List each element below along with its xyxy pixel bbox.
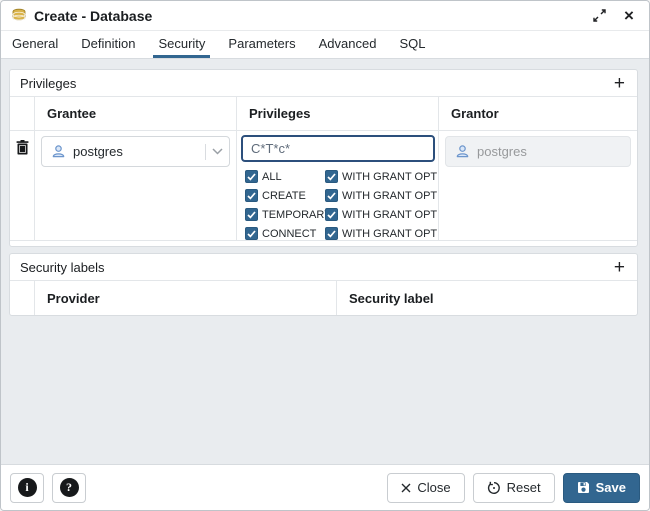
- provider-column-header: Provider: [35, 281, 337, 315]
- window-controls: ×: [589, 6, 639, 26]
- user-icon: [455, 144, 470, 159]
- add-security-label-icon[interactable]: +: [612, 258, 627, 277]
- privileges-panel-title: Privileges: [20, 76, 76, 91]
- grantor-column-header: Grantor: [439, 97, 637, 130]
- checkbox-all[interactable]: ALL: [245, 170, 325, 183]
- title-bar: Create - Database ×: [1, 1, 649, 31]
- tab-parameters[interactable]: Parameters: [223, 31, 300, 58]
- grantee-column-header: Grantee: [35, 97, 237, 130]
- tab-definition[interactable]: Definition: [76, 31, 140, 58]
- checkbox-create-grant[interactable]: WITH GRANT OPTION: [325, 189, 439, 202]
- privileges-panel: Privileges + Grantee Privileges Grantor: [9, 69, 638, 247]
- delete-column-header: [10, 97, 35, 130]
- security-labels-panel: Security labels + Provider Security labe…: [9, 253, 638, 316]
- security-labels-title: Security labels: [20, 260, 105, 275]
- security-labels-header: Security labels +: [10, 254, 637, 281]
- grantee-value: postgres: [73, 144, 205, 159]
- privileges-cell: ALL WITH GRANT OPTION CREATE: [237, 131, 439, 240]
- tab-bar: General Definition Security Parameters A…: [1, 31, 649, 59]
- reset-button[interactable]: Reset: [473, 473, 555, 503]
- delete-cell: [10, 131, 35, 240]
- reset-icon: [487, 481, 501, 495]
- checkbox-checked-icon: [245, 189, 258, 202]
- grantor-value: postgres: [477, 144, 527, 159]
- sql-info-button[interactable]: i: [10, 473, 44, 503]
- privileges-table-header: Grantee Privileges Grantor: [10, 97, 637, 131]
- privilege-row-temporary: TEMPORARY WITH GRANT OPTION: [245, 205, 439, 224]
- checkbox-create[interactable]: CREATE: [245, 189, 325, 202]
- grantor-field: postgres: [445, 136, 631, 167]
- checkbox-checked-icon: [325, 227, 338, 240]
- privilege-row-connect: CONNECT WITH GRANT OPTION: [245, 224, 439, 240]
- grantee-select[interactable]: postgres: [41, 136, 230, 167]
- spacer-column-header: [10, 281, 35, 315]
- save-icon: [577, 481, 590, 494]
- close-icon[interactable]: ×: [619, 6, 639, 26]
- privileges-column-header: Privileges: [237, 97, 439, 130]
- user-icon: [51, 144, 66, 159]
- privilege-row-create: CREATE WITH GRANT OPTION: [245, 186, 439, 205]
- security-labels-table-header: Provider Security label: [10, 281, 637, 315]
- checkbox-temporary-grant[interactable]: WITH GRANT OPTION: [325, 208, 439, 221]
- privileges-panel-header: Privileges +: [10, 70, 637, 97]
- tab-security[interactable]: Security: [153, 31, 210, 58]
- help-icon: ?: [60, 478, 79, 497]
- checkbox-connect[interactable]: CONNECT: [245, 227, 325, 240]
- window-title: Create - Database: [34, 8, 152, 24]
- tab-general[interactable]: General: [7, 31, 63, 58]
- delete-row-icon[interactable]: [16, 140, 29, 158]
- security-label-column-header: Security label: [337, 281, 637, 315]
- privilege-row: postgres ALL: [10, 131, 637, 241]
- help-button[interactable]: ?: [52, 473, 86, 503]
- tab-sql[interactable]: SQL: [394, 31, 430, 58]
- privilege-checkboxes: ALL WITH GRANT OPTION CREATE: [245, 167, 439, 240]
- checkbox-temporary[interactable]: TEMPORARY: [245, 208, 325, 221]
- close-x-icon: [401, 483, 411, 493]
- privilege-row-all: ALL WITH GRANT OPTION: [245, 167, 439, 186]
- checkbox-checked-icon: [325, 208, 338, 221]
- checkbox-checked-icon: [245, 227, 258, 240]
- grantor-cell: postgres: [439, 131, 637, 240]
- database-icon: [11, 8, 27, 24]
- maximize-icon[interactable]: [589, 6, 609, 26]
- dialog-footer: i ? Close Reset: [1, 464, 649, 510]
- checkbox-checked-icon: [245, 208, 258, 221]
- close-button[interactable]: Close: [387, 473, 464, 503]
- create-database-dialog: Create - Database × General Definition S…: [0, 0, 650, 511]
- combo-divider: [205, 144, 206, 160]
- tab-advanced[interactable]: Advanced: [314, 31, 382, 58]
- action-buttons: Close Reset Save: [387, 473, 640, 503]
- grantee-cell: postgres: [35, 131, 237, 240]
- save-button[interactable]: Save: [563, 473, 640, 503]
- checkbox-checked-icon: [325, 189, 338, 202]
- info-icon: i: [18, 478, 37, 497]
- checkbox-all-grant[interactable]: WITH GRANT OPTION: [325, 170, 439, 183]
- checkbox-connect-grant[interactable]: WITH GRANT OPTION: [325, 227, 439, 240]
- add-privilege-icon[interactable]: +: [612, 74, 627, 93]
- chevron-down-icon[interactable]: [212, 148, 223, 155]
- privileges-input[interactable]: [241, 135, 435, 162]
- checkbox-checked-icon: [325, 170, 338, 183]
- checkbox-checked-icon: [245, 170, 258, 183]
